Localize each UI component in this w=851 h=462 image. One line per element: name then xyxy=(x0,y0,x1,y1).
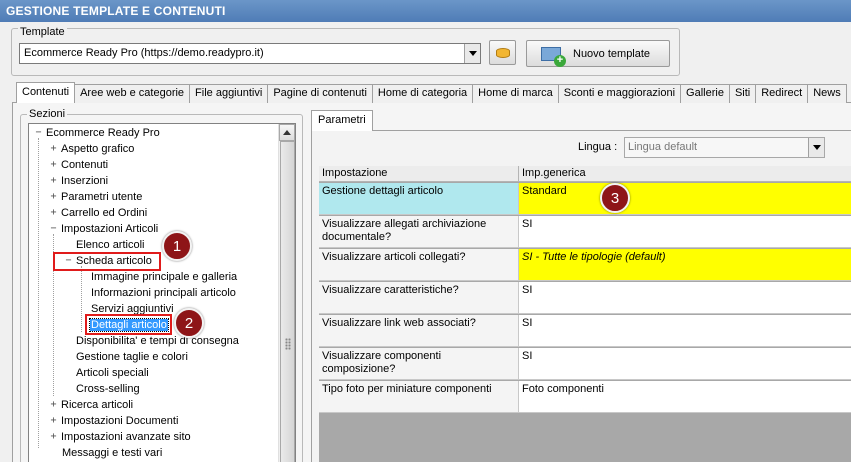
tree-node[interactable]: Disponibilita' e tempi di consegna xyxy=(76,333,239,349)
tab-siti[interactable]: Siti xyxy=(728,84,757,103)
table-row[interactable]: Visualizzare caratteristiche? SI xyxy=(319,282,851,314)
chevron-down-icon[interactable] xyxy=(464,44,480,63)
tab-file-aggiuntivi[interactable]: File aggiuntivi xyxy=(189,84,269,103)
value-cell[interactable]: Foto componenti xyxy=(519,381,851,412)
settings-grid: Impostazione Imp.generica Gestione detta… xyxy=(319,166,851,462)
grid-header: Impostazione Imp.generica xyxy=(319,166,851,182)
tree-node[interactable]: Cross-selling xyxy=(76,381,140,397)
tree-node[interactable]: Articoli speciali xyxy=(76,365,149,381)
tab-contenuti[interactable]: Contenuti xyxy=(16,82,76,103)
setting-cell: Gestione dettagli articolo xyxy=(319,183,519,214)
setting-cell: Visualizzare componenti composizione? xyxy=(319,348,519,379)
lingua-select-value: Lingua default xyxy=(628,141,698,153)
tree-node[interactable]: − Ecommerce Ready Pro xyxy=(32,125,159,141)
value-cell[interactable]: SI xyxy=(519,348,851,379)
setting-cell: Visualizzare link web associati? xyxy=(319,315,519,346)
lingua-label: Lingua : xyxy=(578,141,618,153)
tree-node[interactable]: + Aspetto grafico xyxy=(47,141,134,157)
value-cell[interactable]: SI xyxy=(519,216,851,247)
tree-node[interactable]: + Impostazioni avanzate sito xyxy=(47,429,190,445)
setting-cell: Visualizzare caratteristiche? xyxy=(319,282,519,313)
tree-node[interactable]: − Impostazioni Articoli xyxy=(47,221,158,237)
setting-cell: Tipo foto per miniature componenti xyxy=(319,381,519,412)
sections-tree[interactable]: − Ecommerce Ready Pro + Aspetto grafico + C… xyxy=(28,123,296,462)
tab-home-marca[interactable]: Home di marca xyxy=(472,84,559,103)
tab-news[interactable]: News xyxy=(807,84,847,103)
scroll-thumb[interactable] xyxy=(280,141,295,462)
highlight-dettagli-articolo xyxy=(85,314,172,335)
value-cell[interactable]: SI - Tutte le tipologie (default) xyxy=(519,249,851,280)
value-cell[interactable]: Standard xyxy=(519,183,851,214)
scroll-up-icon[interactable] xyxy=(279,124,295,141)
tab-gallerie[interactable]: Gallerie xyxy=(680,84,730,103)
new-template-label: Nuovo template xyxy=(573,47,651,60)
window-title: GESTIONE TEMPLATE E CONTENUTI xyxy=(0,0,851,22)
tree-node[interactable]: + Parametri utente xyxy=(47,189,142,205)
setting-cell: Visualizzare articoli collegati? xyxy=(319,249,519,280)
setting-cell: Visualizzare allegati archiviazione docu… xyxy=(319,216,519,247)
tree-node[interactable]: Messaggi e testi vari xyxy=(62,445,162,461)
tab-sconti[interactable]: Sconti e maggiorazioni xyxy=(557,84,682,103)
tree-node[interactable]: Informazioni principali articolo xyxy=(91,285,236,301)
table-row[interactable]: Gestione dettagli articolo Standard xyxy=(319,183,851,215)
tree-node[interactable]: Gestione taglie e colori xyxy=(76,349,188,365)
template-legend: Template xyxy=(18,26,67,38)
tree-node[interactable]: + Ricerca articoli xyxy=(47,397,133,413)
table-row[interactable]: Visualizzare allegati archiviazione docu… xyxy=(319,216,851,248)
callout-badge-2: 2 xyxy=(174,308,204,338)
tree-node[interactable]: Elenco articoli xyxy=(76,237,144,253)
table-row[interactable]: Visualizzare articoli collegati? SI - Tu… xyxy=(319,249,851,281)
tree-node[interactable]: + Carrello ed Ordini xyxy=(47,205,147,221)
database-button[interactable] xyxy=(489,40,516,65)
chevron-down-icon[interactable] xyxy=(808,138,824,157)
tree-node[interactable]: + Impostazioni Documenti xyxy=(47,413,178,429)
callout-badge-3: 3 xyxy=(600,183,630,213)
callout-badge-1: 1 xyxy=(162,231,192,261)
tab-home-categoria[interactable]: Home di categoria xyxy=(371,84,474,103)
main-tabs: Contenuti Aree web e categorie File aggi… xyxy=(16,82,847,103)
column-header-setting[interactable]: Impostazione xyxy=(319,166,519,182)
column-header-value[interactable]: Imp.generica xyxy=(519,166,851,182)
tree-scrollbar[interactable] xyxy=(278,124,295,462)
highlight-scheda-articolo xyxy=(53,252,161,271)
template-select-value: Ecommerce Ready Pro (https://demo.readyp… xyxy=(24,47,264,59)
template-select[interactable]: Ecommerce Ready Pro (https://demo.readyp… xyxy=(19,43,481,64)
new-template-button[interactable]: Nuovo template xyxy=(526,40,670,67)
tree-node[interactable]: + Inserzioni xyxy=(47,173,108,189)
value-cell[interactable]: SI xyxy=(519,282,851,313)
database-icon xyxy=(495,47,510,58)
tab-redirect[interactable]: Redirect xyxy=(755,84,809,103)
value-cell[interactable]: SI xyxy=(519,315,851,346)
tab-parametri[interactable]: Parametri xyxy=(311,110,373,131)
tab-pagine-contenuti[interactable]: Pagine di contenuti xyxy=(267,84,373,103)
tree-node[interactable]: Immagine principale e galleria xyxy=(91,269,237,285)
tree-node[interactable]: + Contenuti xyxy=(47,157,108,173)
table-row[interactable]: Visualizzare componenti composizione? SI xyxy=(319,348,851,380)
tab-aree-web[interactable]: Aree web e categorie xyxy=(74,84,191,103)
table-row[interactable]: Visualizzare link web associati? SI xyxy=(319,315,851,347)
sections-legend: Sezioni xyxy=(27,108,68,120)
add-template-icon xyxy=(541,46,566,67)
lingua-select[interactable]: Lingua default xyxy=(624,137,825,158)
table-row[interactable]: Tipo foto per miniature componenti Foto … xyxy=(319,381,851,413)
